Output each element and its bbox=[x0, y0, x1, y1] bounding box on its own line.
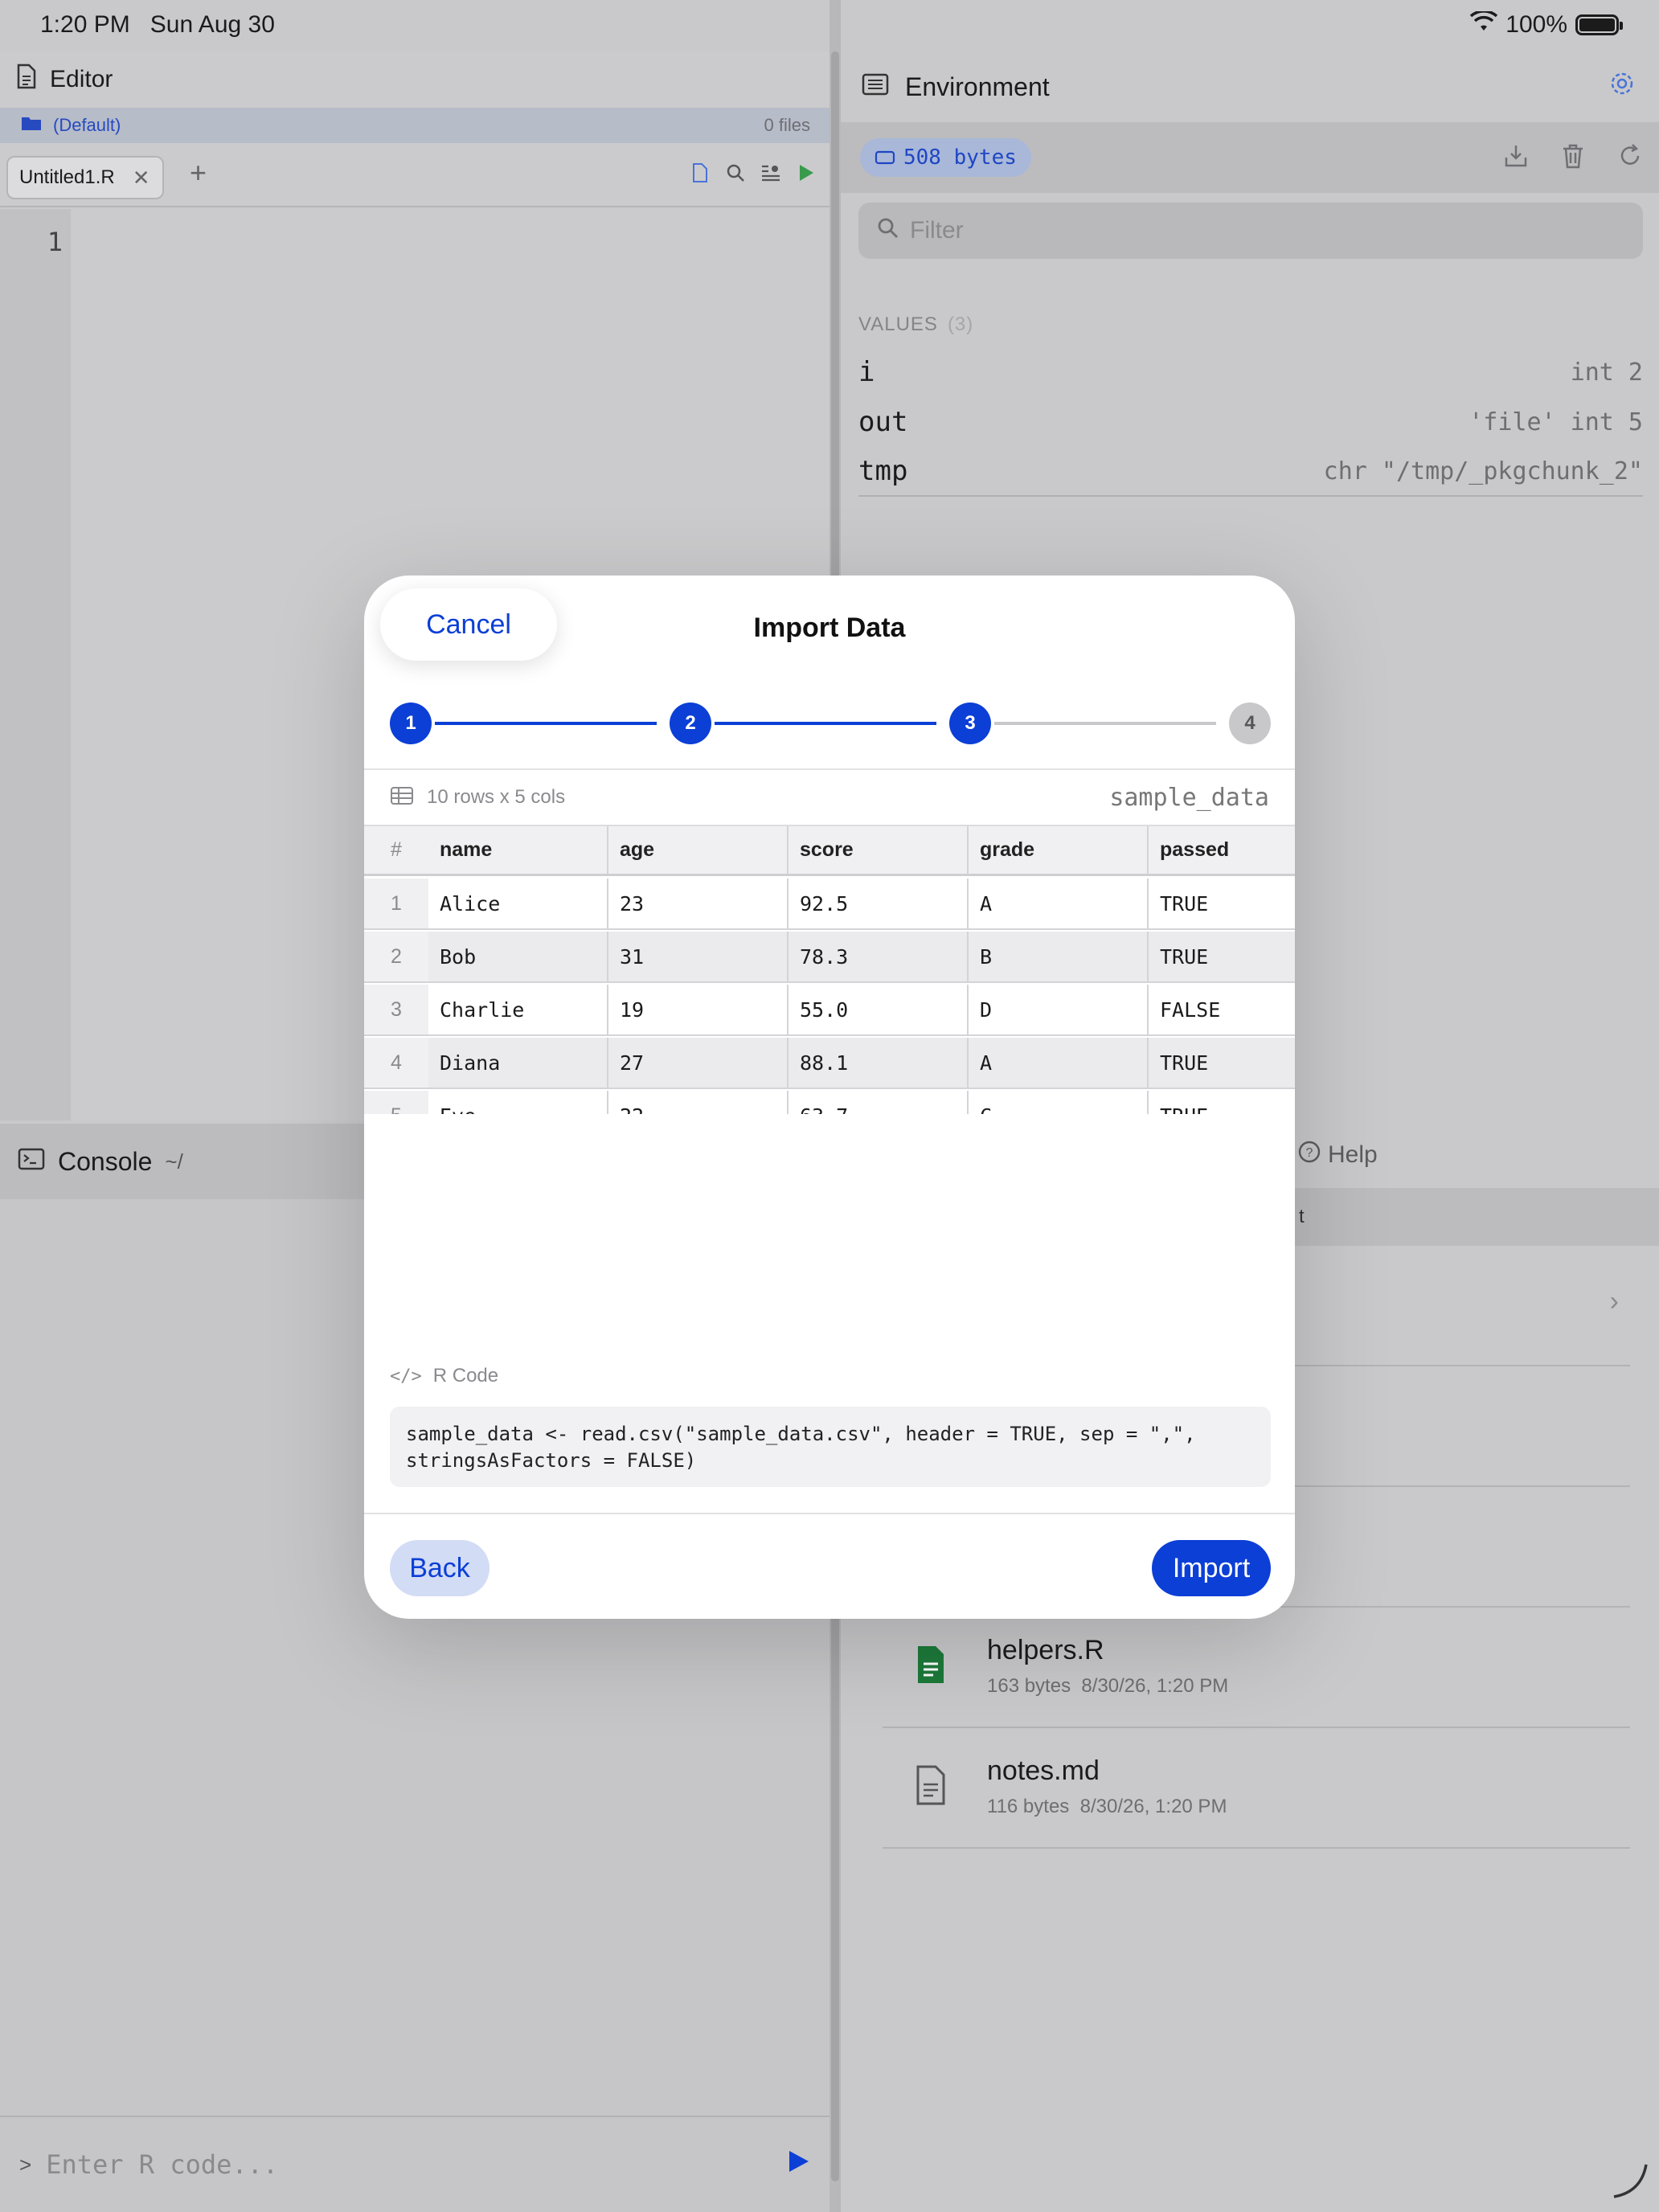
table-row: 4 Diana 27 88.1 A TRUE bbox=[364, 1038, 1295, 1089]
table-cell: C bbox=[969, 1091, 1149, 1114]
dataset-name: sample_data bbox=[1109, 783, 1269, 812]
table-row: 3 Charlie 19 55.0 D FALSE bbox=[364, 985, 1295, 1036]
table-cell: TRUE bbox=[1160, 891, 1209, 916]
table-cell: TRUE bbox=[1160, 1051, 1209, 1075]
table-cell: A bbox=[969, 879, 1149, 928]
table-cell: 19 bbox=[608, 985, 789, 1034]
step-2: 2 bbox=[670, 703, 711, 744]
table-cell: 23 bbox=[608, 879, 789, 928]
row-index: 4 bbox=[364, 1038, 428, 1088]
table-cell: D bbox=[969, 985, 1149, 1034]
table-cell: 63.7 bbox=[789, 1091, 969, 1114]
column-header: name bbox=[428, 826, 608, 874]
row-index: 2 bbox=[364, 932, 428, 981]
import-data-modal: Cancel Import Data 1 2 3 4 10 rows x 5 c… bbox=[364, 576, 1295, 1619]
step-indicator: 1 2 3 4 bbox=[390, 703, 1271, 744]
step-connector bbox=[994, 722, 1216, 725]
import-button[interactable]: Import bbox=[1152, 1540, 1271, 1596]
column-header: # bbox=[364, 826, 428, 874]
column-header: age bbox=[608, 826, 789, 874]
table-cell: Diana bbox=[428, 1038, 608, 1088]
back-button[interactable]: Back bbox=[390, 1540, 490, 1596]
row-col-count: 10 rows x 5 cols bbox=[427, 786, 566, 808]
app: 1:20 PM Sun Aug 30 100% Editor (Default)… bbox=[0, 0, 1659, 2212]
rcode-preview: sample_data <- read.csv("sample_data.csv… bbox=[390, 1407, 1271, 1487]
data-preview-table: # name age score grade passed 1 Alice 23 92… bbox=[364, 825, 1295, 1114]
table-cell: Eve bbox=[428, 1091, 608, 1114]
column-header: score bbox=[789, 826, 969, 874]
table-cell: 92.5 bbox=[789, 879, 969, 928]
step-3: 3 bbox=[949, 703, 991, 744]
column-header: passed bbox=[1160, 838, 1230, 861]
column-header: grade bbox=[969, 826, 1149, 874]
table-cell: TRUE bbox=[1149, 1091, 1295, 1115]
table-cell: 22 bbox=[608, 1091, 789, 1114]
table-cell: FALSE bbox=[1160, 997, 1221, 1022]
modal-title: Import Data bbox=[753, 612, 906, 643]
rcode-label: </> R Code bbox=[390, 1365, 499, 1387]
table-header-row: # name age score grade passed bbox=[364, 826, 1295, 876]
row-index: 1 bbox=[364, 879, 428, 928]
table-cell: 27 bbox=[608, 1038, 789, 1088]
table-cell: 78.3 bbox=[789, 932, 969, 981]
step-connector bbox=[435, 722, 657, 725]
table-row: 1 Alice 23 92.5 A TRUE bbox=[364, 879, 1295, 930]
table-cell: TRUE bbox=[1160, 944, 1209, 969]
table-cell: Bob bbox=[428, 932, 608, 981]
table-cell: 55.0 bbox=[789, 985, 969, 1034]
code-icon: </> bbox=[390, 1366, 422, 1387]
table-cell: 31 bbox=[608, 932, 789, 981]
table-cell: 88.1 bbox=[789, 1038, 969, 1088]
step-1: 1 bbox=[390, 703, 432, 744]
table-cell: A bbox=[969, 1038, 1149, 1088]
row-index: 5 bbox=[364, 1091, 428, 1114]
table-row: 5Eve2263.7CTRUE bbox=[364, 1091, 1295, 1114]
table-cell: B bbox=[969, 932, 1149, 981]
step-connector bbox=[715, 722, 936, 725]
table-row: 2 Bob 31 78.3 B TRUE bbox=[364, 932, 1295, 983]
preview-info-bar: 10 rows x 5 cols sample_data bbox=[364, 768, 1295, 825]
table-icon bbox=[390, 786, 414, 809]
table-cell: Alice bbox=[428, 879, 608, 928]
modal-footer: Back Import bbox=[364, 1513, 1295, 1619]
row-index: 3 bbox=[364, 985, 428, 1034]
step-4: 4 bbox=[1229, 703, 1271, 744]
table-cell: Charlie bbox=[428, 985, 608, 1034]
